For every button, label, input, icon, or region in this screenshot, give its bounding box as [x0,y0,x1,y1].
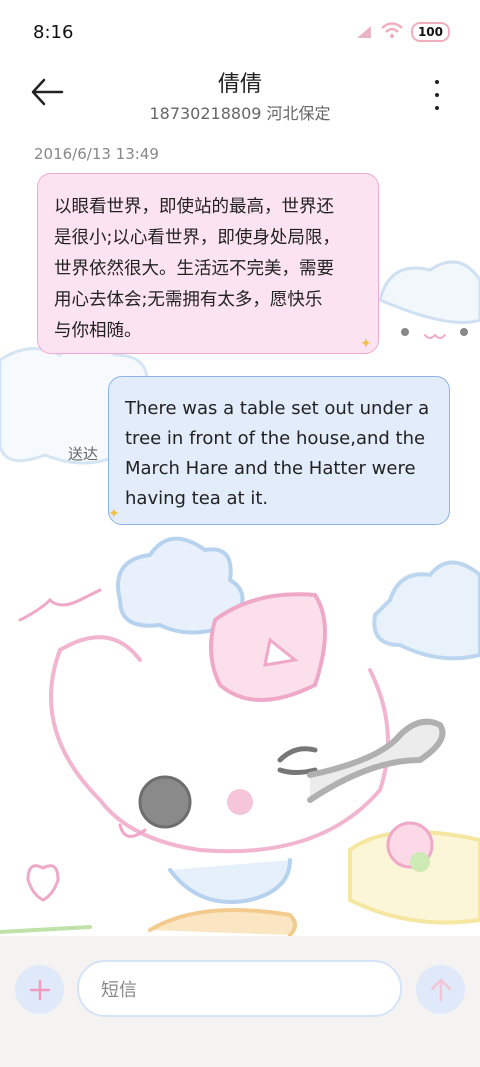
message-line: There was a table set out under a [125,398,430,419]
status-time: 8:16 [33,22,74,43]
plus-icon[interactable] [15,965,64,1014]
status-bar: 8:16 100 [0,0,480,60]
message-input[interactable]: 短信 [77,960,402,1017]
more-vertical-icon[interactable] [432,80,442,110]
message-line: 世界依然很大。生活远不完美，需要 [54,259,334,279]
message-line: tree in front of the house,and the [125,428,426,449]
conversation-header: 倩倩 18730218809 河北保定 [0,60,480,130]
message-line: 以眼看世界，即使站的最高，世界还 [54,197,334,217]
message-line: having tea at it. [125,488,269,509]
battery-icon: 100 [410,22,450,42]
message-line: 与你相随。 [54,321,142,341]
outgoing-message-bubble[interactable]: There was a table set out under a tree i… [108,376,450,525]
sparkle-icon: ✦ [360,336,372,352]
message-timestamp: 2016/6/13 13:49 [34,145,159,163]
message-line: 用心去体会;无需拥有太多，愿快乐 [54,290,323,310]
signal-icon [355,23,373,42]
incoming-message-bubble[interactable]: 以眼看世界，即使站的最高，世界还 是很小;以心看世界，即使身处局限， 世界依然很… [37,173,379,354]
wifi-icon [381,22,403,42]
compose-bar: 短信 [0,936,480,1067]
sparkle-icon: ✦ [108,506,120,522]
contact-name: 倩倩 [217,72,262,97]
status-icons: 100 [355,22,450,42]
message-input-placeholder: 短信 [101,979,137,1001]
message-line: 是很小;以心看世界，即使身处局限， [54,228,340,248]
contact-info: 18730218809 河北保定 [149,104,331,123]
send-arrow-icon[interactable] [416,965,465,1014]
message-line: March Hare and the Hatter were [125,458,416,479]
delivery-status: 送达 [68,445,99,463]
